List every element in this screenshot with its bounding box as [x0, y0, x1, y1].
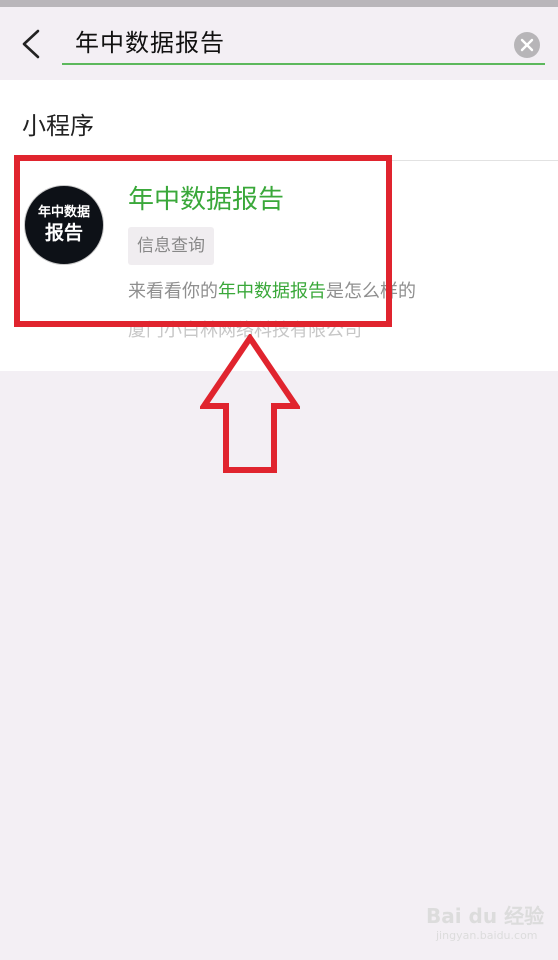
watermark-brand: Bai du 经验 — [426, 904, 545, 928]
status-strip — [0, 0, 558, 7]
search-input-underline — [62, 63, 545, 65]
chevron-left-icon — [22, 29, 40, 59]
search-input[interactable]: 年中数据报告 — [75, 25, 225, 61]
clear-circle-icon — [520, 38, 534, 52]
search-bar: 年中数据报告 — [0, 7, 558, 80]
watermark-sub: jingyan.baidu.com — [436, 929, 538, 942]
section-title: 小程序 — [22, 112, 94, 140]
annotation-highlight-box — [14, 155, 392, 327]
watermark: Bai du 经验 jingyan.baidu.com — [426, 900, 544, 942]
back-button[interactable] — [14, 27, 48, 61]
annotation-up-arrow — [200, 334, 300, 473]
clear-button[interactable] — [514, 32, 540, 58]
